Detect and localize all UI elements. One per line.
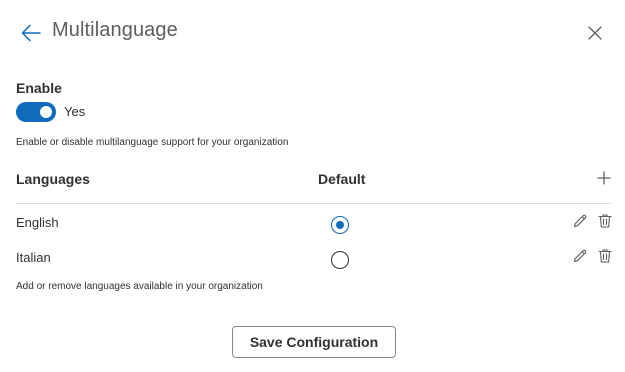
close-icon: [588, 26, 602, 40]
back-button[interactable]: [20, 22, 42, 44]
save-configuration-button[interactable]: Save Configuration: [232, 326, 396, 358]
table-divider: [16, 203, 612, 204]
language-row: Italian: [0, 245, 625, 277]
default-column-header: Default: [318, 171, 366, 187]
delete-button[interactable]: [597, 248, 613, 264]
trash-icon: [598, 249, 612, 263]
default-radio[interactable]: [331, 251, 349, 269]
default-radio[interactable]: [331, 216, 349, 234]
page-title: Multilanguage: [52, 19, 178, 41]
languages-column-header: Languages: [16, 171, 90, 187]
enable-helper-text: Enable or disable multilanguage support …: [16, 137, 289, 148]
languages-helper-text: Add or remove languages available in you…: [16, 281, 263, 292]
multilanguage-panel: Multilanguage Enable Yes Enable or disab…: [0, 0, 625, 372]
language-name: Italian: [16, 250, 51, 265]
close-button[interactable]: [586, 24, 604, 42]
enable-label: Enable: [16, 80, 62, 96]
language-name: English: [16, 215, 59, 230]
edit-button[interactable]: [572, 248, 588, 264]
arrow-left-icon: [21, 24, 41, 42]
toggle-knob: [40, 106, 52, 118]
trash-icon: [598, 214, 612, 228]
pencil-icon: [573, 214, 587, 228]
language-row: English: [0, 210, 625, 242]
add-language-button[interactable]: [596, 170, 612, 186]
delete-button[interactable]: [597, 213, 613, 229]
edit-button[interactable]: [572, 213, 588, 229]
plus-icon: [597, 171, 611, 185]
enable-toggle-state: Yes: [64, 104, 86, 119]
pencil-icon: [573, 249, 587, 263]
panel-header: Multilanguage: [0, 0, 625, 64]
enable-toggle[interactable]: [16, 102, 56, 122]
